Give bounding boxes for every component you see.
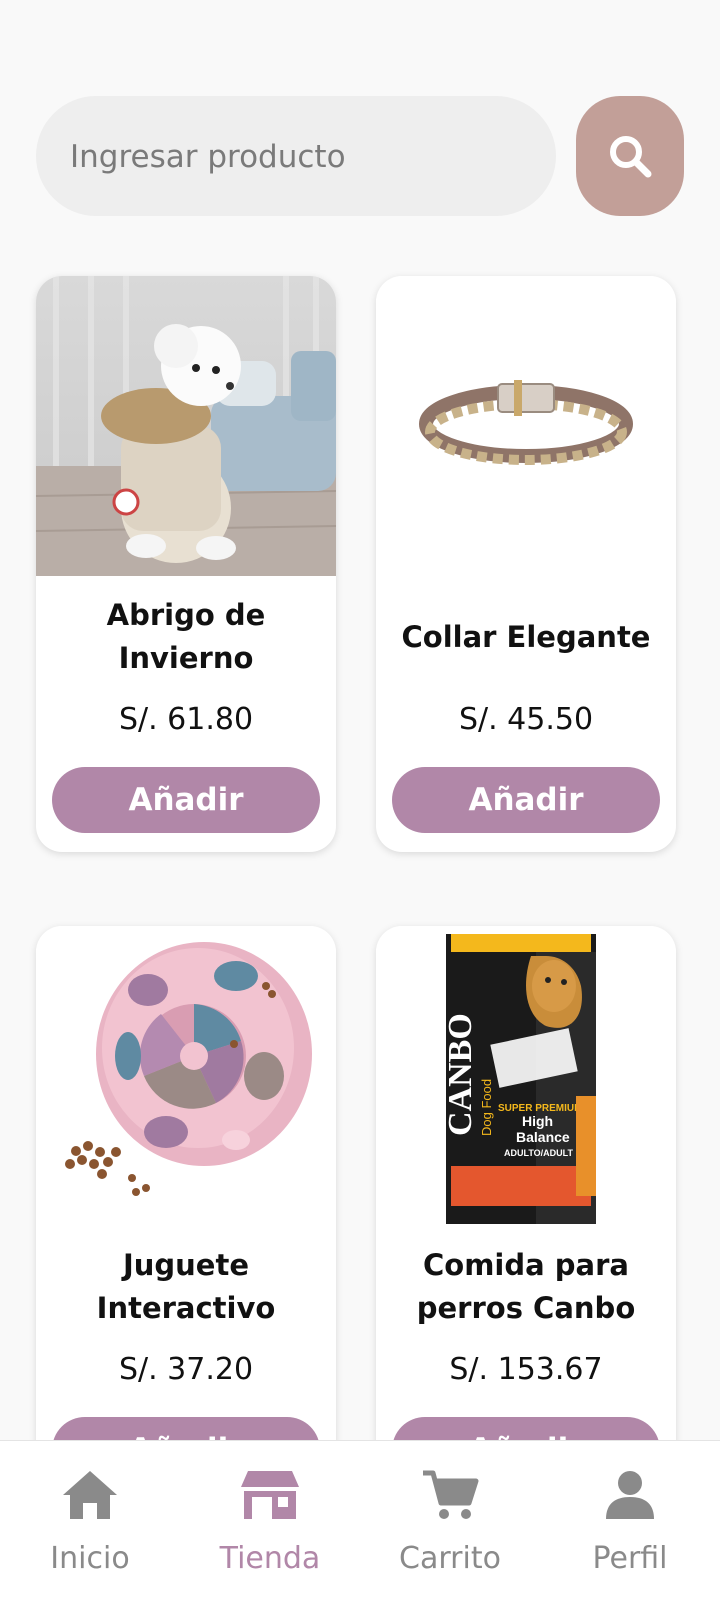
product-price: S/. 45.50 <box>458 702 594 737</box>
add-to-cart-button[interactable]: Añadir <box>392 767 660 833</box>
product-name: Abrigo de Invierno <box>106 598 266 675</box>
dog-food-brand-text: CANBO <box>442 1013 479 1136</box>
product-card-abrigo[interactable]: Abrigo de Invierno S/. 61.80 Añadir <box>36 276 336 852</box>
search-bar <box>36 96 556 218</box>
product-card-collar[interactable]: Collar Elegante S/. 45.50 Añadir <box>376 276 676 852</box>
profile-icon <box>606 1471 654 1519</box>
search-icon <box>610 136 652 178</box>
product-image-interactive-toy <box>36 926 336 1226</box>
dog-food-line4: ADULTO/ADULT <box>504 1148 573 1158</box>
product-image-winter-coat <box>36 276 336 576</box>
product-image-dog-food-bag: CANBO Dog Food SUPER PREMIUM High Balanc… <box>376 926 676 1226</box>
nav-item-inicio[interactable]: Inicio <box>0 1441 180 1601</box>
dog-food-line2: High <box>522 1113 553 1129</box>
nav-label: Carrito <box>399 1541 501 1576</box>
nav-label: Inicio <box>50 1541 130 1576</box>
product-price: S/. 153.67 <box>449 1352 603 1387</box>
search-button[interactable] <box>576 96 684 216</box>
cart-icon <box>423 1470 479 1519</box>
product-price: S/. 37.20 <box>118 1352 254 1387</box>
dog-food-line3: Balance <box>516 1129 570 1145</box>
nav-label: Tienda <box>219 1541 321 1576</box>
product-name: Collar Elegante <box>401 619 651 654</box>
product-image-elegant-collar <box>376 276 676 576</box>
product-name: Comida para perros Canbo <box>416 1248 636 1325</box>
product-card-comida[interactable]: CANBO Dog Food SUPER PREMIUM High Balanc… <box>376 926 676 1526</box>
store-icon <box>241 1471 299 1519</box>
add-to-cart-button[interactable]: Añadir <box>52 767 320 833</box>
nav-item-carrito[interactable]: Carrito <box>360 1441 540 1601</box>
search-input[interactable] <box>68 96 532 218</box>
nav-item-perfil[interactable]: Perfil <box>540 1441 720 1601</box>
product-card-juguete[interactable]: Juguete Interactivo S/. 37.20 Añadir <box>36 926 336 1526</box>
nav-label: Perfil <box>592 1541 668 1576</box>
nav-item-tienda[interactable]: Tienda <box>180 1441 360 1601</box>
home-icon <box>63 1471 117 1519</box>
product-name: Juguete Interactivo <box>96 1248 276 1325</box>
bottom-navigation: Inicio Tienda Carrito Perfil <box>0 1440 720 1601</box>
dog-food-sub-text: Dog Food <box>479 1079 494 1136</box>
product-price: S/. 61.80 <box>118 702 254 737</box>
